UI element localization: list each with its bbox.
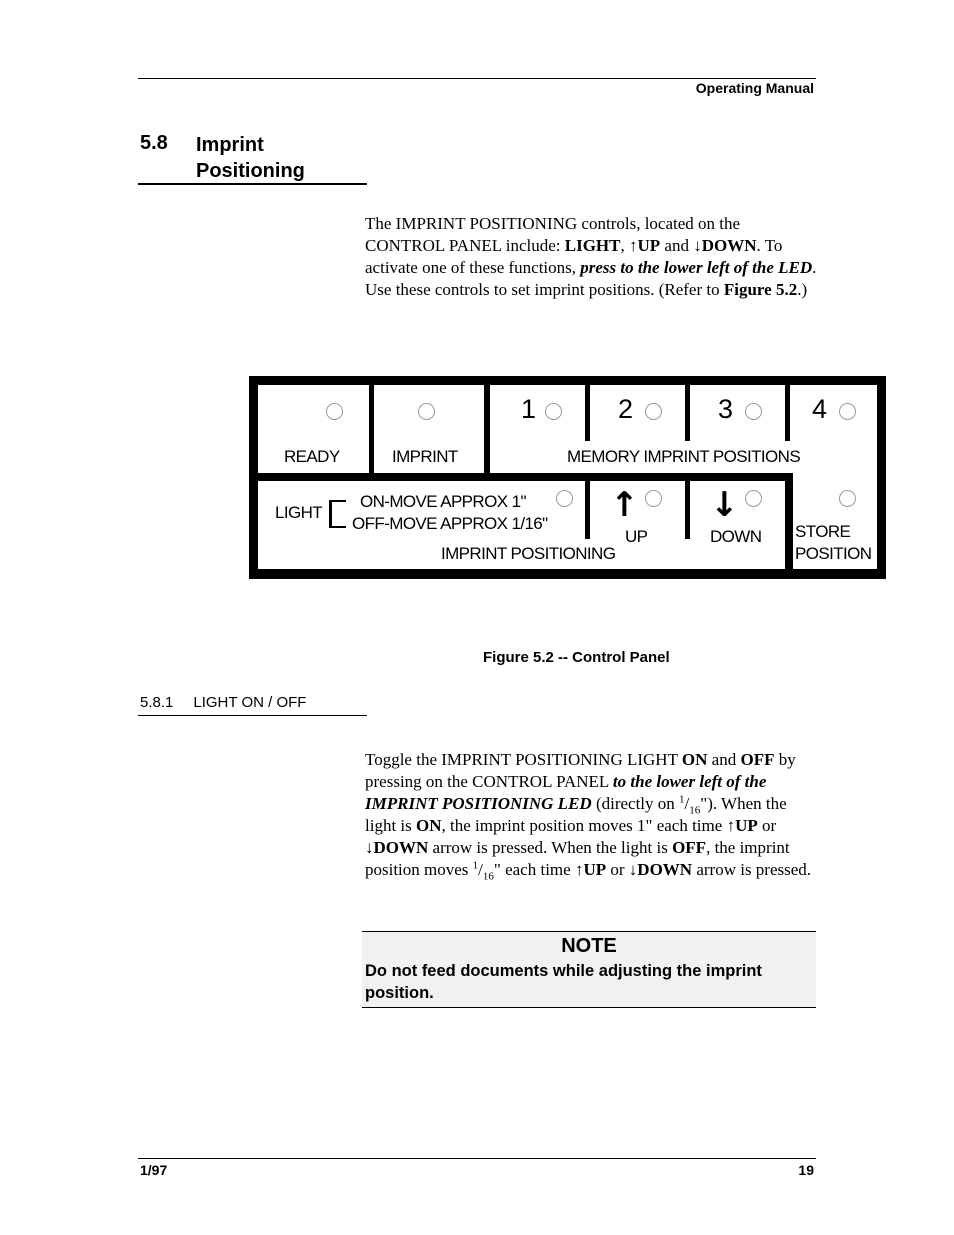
fraction-denominator: 16 xyxy=(689,804,701,817)
light-off-label: OFF-MOVE APPROX 1/16" xyxy=(352,514,548,533)
memory-position-4-led[interactable] xyxy=(839,403,856,420)
note-box: NOTE Do not feed documents while adjusti… xyxy=(362,931,816,1008)
light-text: arrow is pressed. When the light is xyxy=(428,838,673,857)
light-text: or xyxy=(606,860,629,879)
imprint-cell: IMPRINT xyxy=(374,385,484,473)
memory-position-3-number: 3 xyxy=(718,394,734,424)
imprint-positioning-label: IMPRINT POSITIONING xyxy=(441,544,616,563)
down-term: DOWN xyxy=(701,236,757,255)
section-title: Imprint Positioning xyxy=(196,134,305,182)
running-header: Operating Manual xyxy=(695,80,814,96)
light-text: (directly on xyxy=(591,794,680,813)
light-paragraph: Toggle the IMPRINT POSITIONING LIGHT ON … xyxy=(365,750,812,883)
down-term: DOWN xyxy=(373,838,429,857)
up-term: UP xyxy=(735,816,758,835)
memory-position-1-number: 1 xyxy=(521,394,537,424)
intro-text: .) xyxy=(797,280,808,299)
on-term: ON xyxy=(416,816,442,835)
memory-position-1-led[interactable] xyxy=(545,403,562,420)
ready-cell: READY xyxy=(258,385,369,473)
light-led-indicator[interactable] xyxy=(556,490,573,507)
light-text: , the imprint position moves 1" each tim… xyxy=(441,816,727,835)
ready-label: READY xyxy=(284,447,340,466)
intro-emphasis: press to the lower left of the LED xyxy=(580,258,813,277)
up-term: UP xyxy=(637,236,661,255)
memory-position-2-number: 2 xyxy=(618,394,634,424)
memory-divider xyxy=(585,385,590,441)
down-led-indicator[interactable] xyxy=(745,490,762,507)
arrow-down-icon[interactable]: ↓ xyxy=(710,488,739,522)
light-term: LIGHT xyxy=(564,236,621,255)
fraction-numerator: 1 xyxy=(679,793,685,806)
down-arrow-icon: ↓ xyxy=(693,236,702,255)
subsection-heading: 5.8.1 LIGHT ON / OFF xyxy=(140,694,306,711)
up-led-indicator[interactable] xyxy=(645,490,662,507)
down-arrow-icon: ↓ xyxy=(365,838,374,857)
up-label: UP xyxy=(625,527,648,546)
off-term: OFF xyxy=(740,750,775,769)
footer-rule xyxy=(138,1158,816,1159)
memory-position-3-led[interactable] xyxy=(745,403,762,420)
figure-reference: Figure 5.2 xyxy=(723,280,798,299)
fraction-denominator: 16 xyxy=(482,870,494,883)
light-text: arrow is pressed. xyxy=(692,860,812,879)
up-arrow-icon: ↑ xyxy=(629,236,638,255)
light-text: Toggle the IMPRINT POSITIONING LIGHT xyxy=(365,750,682,769)
section-number: 5.8 xyxy=(140,132,168,154)
light-label: LIGHT xyxy=(275,503,323,522)
store-label-line2: POSITION xyxy=(795,544,872,563)
up-arrow-icon: ↑ xyxy=(726,816,736,835)
punct: , xyxy=(620,236,629,255)
on-term: ON xyxy=(681,750,708,769)
intro-text: and xyxy=(660,236,694,255)
memory-divider xyxy=(685,385,690,441)
light-text: or xyxy=(757,816,777,835)
ready-led-indicator xyxy=(326,403,343,420)
page-number: 19 xyxy=(798,1162,814,1178)
down-label: DOWN xyxy=(710,527,762,546)
off-term: OFF xyxy=(672,838,707,857)
store-led-indicator[interactable] xyxy=(839,490,856,507)
memory-positions-label: MEMORY IMPRINT POSITIONS xyxy=(567,447,801,466)
intro-paragraph: The IMPRINT POSITIONING controls, locate… xyxy=(365,213,817,301)
note-title: NOTE xyxy=(561,935,617,957)
imprint-label: IMPRINT xyxy=(392,447,458,466)
fraction-numerator: 1 xyxy=(472,859,479,872)
subsection-rule xyxy=(138,715,367,716)
light-bracket xyxy=(329,500,346,528)
section-rule xyxy=(138,183,367,185)
footer-date: 1/97 xyxy=(140,1162,168,1178)
figure-caption: Figure 5.2 -- Control Panel xyxy=(483,649,670,666)
light-on-label: ON-MOVE APPROX 1" xyxy=(360,492,526,511)
header-rule xyxy=(138,78,816,79)
subsection-number: 5.8.1 xyxy=(140,694,174,711)
imprint-led-indicator xyxy=(418,403,435,420)
positioning-divider xyxy=(585,481,590,539)
down-term: DOWN xyxy=(637,860,693,879)
light-text: and xyxy=(707,750,741,769)
light-text: " each time xyxy=(493,860,575,879)
store-label-line1: STORE xyxy=(795,522,851,541)
subsection-title: LIGHT ON / OFF xyxy=(193,694,307,711)
positioning-divider xyxy=(685,481,690,539)
memory-divider xyxy=(785,385,790,441)
up-term: UP xyxy=(583,860,607,879)
arrow-up-icon[interactable]: ↑ xyxy=(610,488,639,522)
memory-position-2-led[interactable] xyxy=(645,403,662,420)
control-panel-figure: READY IMPRINT 1 2 3 4 MEMORY IMPRINT POS… xyxy=(249,376,886,579)
memory-position-4-number: 4 xyxy=(812,394,828,424)
note-text: Do not feed documents while adjusting th… xyxy=(365,962,762,1002)
